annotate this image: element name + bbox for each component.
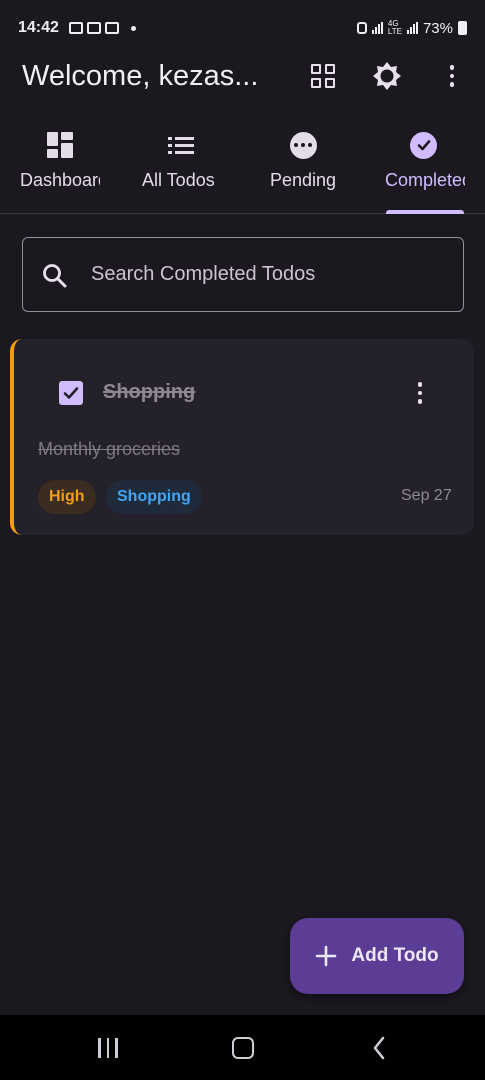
system-nav-bar <box>0 1015 485 1080</box>
todo-date: Sep 27 <box>401 487 452 504</box>
active-tab-indicator <box>386 210 464 214</box>
more-vertical-icon <box>417 382 423 404</box>
status-right: 4G LTE 73% <box>356 19 467 37</box>
tab-label: Completed <box>385 170 465 190</box>
overflow-menu-button[interactable] <box>436 60 468 92</box>
home-icon <box>232 1037 254 1059</box>
add-todo-label: Add Todo <box>351 945 439 966</box>
tab-label: Pending <box>269 170 337 190</box>
search-input[interactable] <box>91 256 441 292</box>
battery-icon <box>458 21 467 35</box>
status-time: 14:42 <box>18 19 59 36</box>
todo-menu-button[interactable] <box>408 379 432 407</box>
notification-icons <box>68 22 136 34</box>
brightness-icon <box>373 62 401 90</box>
back-button[interactable] <box>366 1035 392 1061</box>
grid-view-button[interactable] <box>307 60 339 92</box>
back-icon <box>373 1036 385 1060</box>
network-type: 4G LTE <box>387 19 402 36</box>
page-title: Welcome, kezas... <box>22 60 259 92</box>
app-notification-icon-2 <box>104 22 119 34</box>
battery-percent: 73% <box>422 19 453 37</box>
grid-view-icon <box>311 64 335 88</box>
recent-apps-button[interactable] <box>95 1035 121 1061</box>
tab-dashboard[interactable]: Dashboard <box>20 122 100 214</box>
gallery-notification-icon <box>68 22 83 34</box>
search-field[interactable] <box>22 237 464 312</box>
tab-pending[interactable]: Pending <box>258 122 348 214</box>
todo-description: Monthly groceries <box>38 439 181 459</box>
add-todo-button[interactable]: Add Todo <box>290 918 464 994</box>
check-circle-icon <box>410 131 437 159</box>
signal-icon-2 <box>406 22 418 34</box>
todo-card[interactable]: Shopping Monthly groceries High Shopping… <box>10 339 474 535</box>
tab-label: All Todos <box>142 170 215 190</box>
tab-bar: Dashboard All Todos Pending Completed <box>0 122 485 214</box>
checkmark-icon <box>63 387 79 399</box>
recent-apps-icon <box>98 1038 101 1058</box>
search-icon <box>43 264 67 288</box>
more-notifications-dot-icon <box>130 25 136 31</box>
tab-all-todos[interactable]: All Todos <box>142 122 222 214</box>
app-bar: Welcome, kezas... <box>0 56 485 100</box>
category-badge: Shopping <box>106 480 202 514</box>
list-icon <box>168 136 194 154</box>
priority-badge: High <box>38 480 96 514</box>
dashboard-icon <box>47 132 73 158</box>
completed-checkbox[interactable] <box>59 381 83 405</box>
todo-title: Shopping <box>103 381 196 403</box>
app-notification-icon <box>86 22 101 34</box>
alarm-icon <box>356 22 367 34</box>
signal-icon <box>371 22 383 34</box>
tab-label: Dashboard <box>20 170 100 190</box>
status-bar: 14:42 4G LTE 73% <box>0 0 485 56</box>
home-button[interactable] <box>230 1035 256 1061</box>
tab-completed[interactable]: Completed <box>385 122 465 214</box>
pending-icon <box>289 131 317 159</box>
theme-toggle-button[interactable] <box>371 60 403 92</box>
plus-icon <box>316 945 337 967</box>
more-vertical-icon <box>449 65 455 87</box>
